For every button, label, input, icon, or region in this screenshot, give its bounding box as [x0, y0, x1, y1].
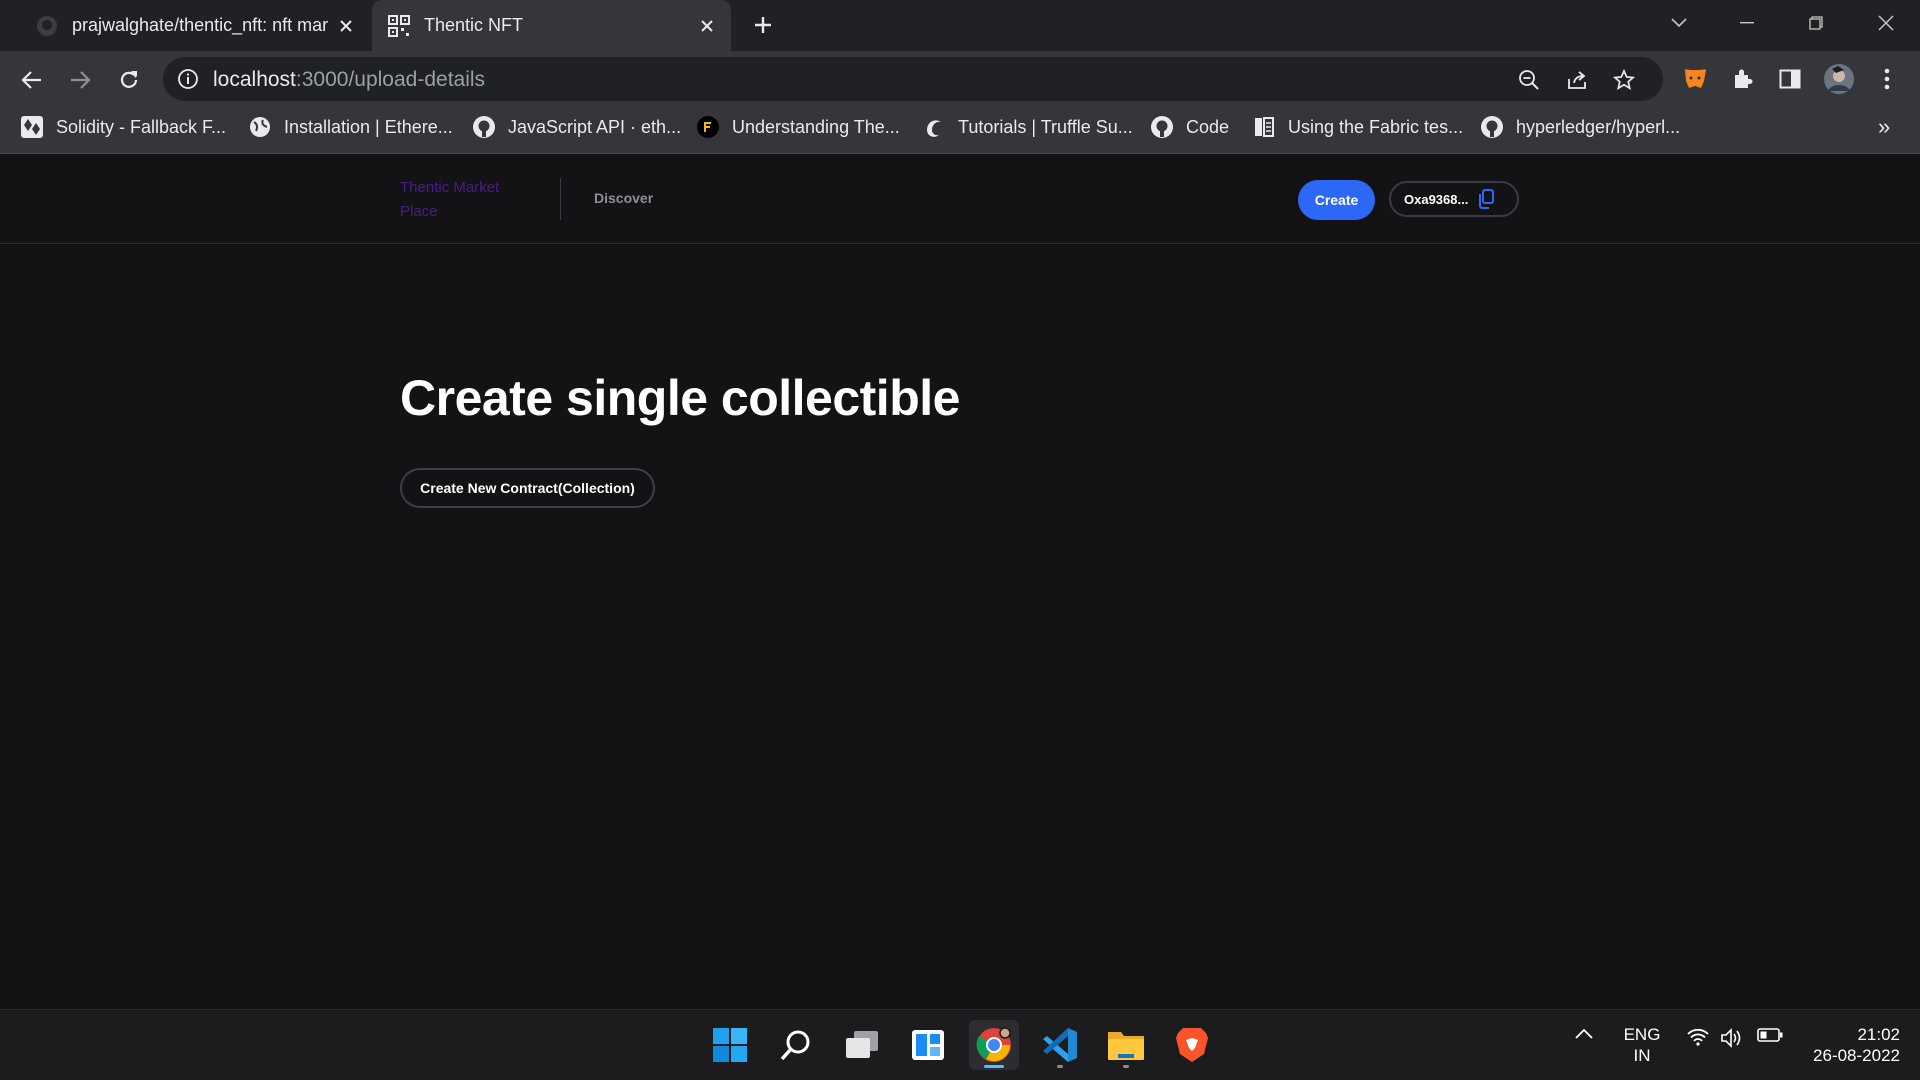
bookmark-item[interactable]: Tutorials | Truffle Su... — [922, 111, 1133, 143]
clock-time: 21:02 — [1857, 1025, 1900, 1044]
extensions-icon[interactable] — [1728, 64, 1758, 94]
nav-divider — [560, 178, 561, 220]
tab-github-repo[interactable]: prajwalghate/thentic_nft: nft mar — [20, 0, 370, 51]
file-explorer-icon[interactable] — [1101, 1020, 1151, 1070]
bookmark-star-icon[interactable] — [1611, 67, 1637, 93]
chevron-up-icon[interactable] — [1572, 1028, 1596, 1040]
page-title: Create single collectible — [400, 370, 960, 426]
tab-thentic-nft[interactable]: Thentic NFT — [372, 0, 731, 51]
windows-start-icon[interactable] — [705, 1020, 755, 1070]
create-button[interactable]: Create — [1298, 180, 1375, 220]
solidity-icon — [20, 115, 44, 139]
browser-toolbar: localhost:3000/upload-details Solidity -… — [0, 51, 1920, 155]
system-clock[interactable]: 21:02 26-08-2022 — [1800, 1024, 1900, 1066]
bookmark-item[interactable]: Understanding The... — [696, 111, 900, 143]
github-icon — [36, 15, 58, 37]
bookmark-label: Solidity - Fallback F... — [56, 116, 227, 137]
bookmark-label: Installation | Ethere... — [284, 116, 453, 137]
site-header: Thentic Market Place Discover Create Oxa… — [0, 154, 1920, 244]
bookmark-label: Tutorials | Truffle Su... — [958, 116, 1133, 137]
volume-icon[interactable] — [1718, 1028, 1746, 1048]
url-path: :3000/upload-details — [295, 68, 486, 91]
bookmarks-bar: Solidity - Fallback F... Installation | … — [0, 111, 1920, 145]
language-indicator[interactable]: ENG IN — [1622, 1024, 1662, 1066]
battery-icon[interactable] — [1756, 1028, 1784, 1042]
brave-icon[interactable] — [1167, 1020, 1217, 1070]
restore-button[interactable] — [1796, 8, 1836, 38]
bookmark-item[interactable]: JavaScript API · eth... — [472, 111, 681, 143]
wifi-icon[interactable] — [1684, 1028, 1712, 1046]
bookmark-label: hyperledger/hyperl... — [1516, 116, 1681, 137]
search-icon[interactable] — [771, 1020, 821, 1070]
bookmark-label: Using the Fabric tes... — [1288, 116, 1464, 137]
address-bar[interactable]: localhost:3000/upload-details — [163, 57, 1663, 101]
widgets-icon[interactable] — [903, 1020, 953, 1070]
back-button[interactable] — [15, 63, 49, 97]
bookmark-item[interactable]: Code — [1150, 111, 1229, 143]
wallet-address-button[interactable]: Oxa9368... — [1389, 181, 1519, 217]
close-icon[interactable] — [334, 14, 358, 38]
avatar[interactable] — [1824, 64, 1854, 94]
tab-search-button[interactable] — [1659, 8, 1699, 38]
new-tab-button[interactable] — [748, 10, 778, 40]
active-app-indicator — [984, 1065, 1004, 1068]
bookmark-item[interactable]: Using the Fabric tes... — [1252, 111, 1463, 143]
bookmark-label: Understanding The... — [732, 116, 900, 137]
nav-discover-link[interactable]: Discover — [594, 190, 653, 206]
bookmark-item[interactable]: hyperledger/hyperl... — [1480, 111, 1680, 143]
minimize-button[interactable] — [1727, 8, 1767, 38]
metamask-icon[interactable] — [1680, 64, 1710, 94]
truffle-icon — [922, 115, 946, 139]
url-text: localhost:3000/upload-details — [213, 68, 485, 92]
vscode-icon[interactable] — [1035, 1020, 1085, 1070]
wallet-address: Oxa9368... — [1404, 191, 1469, 207]
bookmark-label: JavaScript API · eth... — [508, 116, 682, 137]
create-contract-button[interactable]: Create New Contract(Collection) — [400, 468, 655, 508]
tab-title: Thentic NFT — [424, 15, 524, 35]
menu-kebab-icon[interactable] — [1872, 64, 1902, 94]
side-panel-icon[interactable] — [1775, 64, 1805, 94]
qr-code-icon — [388, 14, 410, 37]
close-window-button[interactable] — [1866, 8, 1906, 38]
taskbar: ENG IN 21:02 26-08-2022 — [0, 1009, 1920, 1080]
bookmarks-overflow-button[interactable]: » — [1878, 111, 1890, 143]
share-icon[interactable] — [1564, 67, 1590, 93]
forward-button[interactable] — [63, 63, 97, 97]
region-code: IN — [1633, 1046, 1651, 1065]
site-icon — [696, 115, 720, 139]
running-app-indicator — [1123, 1065, 1129, 1068]
github-icon — [1480, 115, 1504, 139]
clock-date: 26-08-2022 — [1813, 1046, 1900, 1065]
task-view-icon[interactable] — [837, 1020, 887, 1070]
docs-icon — [1252, 115, 1276, 139]
running-app-indicator — [1057, 1065, 1063, 1068]
zoom-icon[interactable] — [1516, 67, 1542, 93]
bookmark-item[interactable]: Solidity - Fallback F... — [20, 111, 226, 143]
language-code: ENG — [1623, 1025, 1661, 1044]
reload-button[interactable] — [112, 63, 146, 97]
bookmark-label: Code — [1186, 116, 1230, 137]
browser-tab-strip: prajwalghate/thentic_nft: nft mar Thenti… — [0, 0, 1920, 51]
github-icon — [472, 115, 496, 139]
brand-logo[interactable]: Thentic Market Place — [400, 176, 530, 224]
web-page: Thentic Market Place Discover Create Oxa… — [0, 154, 1920, 1009]
tab-title: prajwalghate/thentic_nft: nft mar — [72, 15, 329, 35]
bookmark-item[interactable]: Installation | Ethere... — [248, 111, 453, 143]
chrome-icon[interactable] — [969, 1020, 1019, 1070]
close-icon[interactable] — [695, 14, 719, 38]
site-info-icon[interactable] — [177, 68, 199, 90]
copy-icon[interactable] — [1476, 189, 1496, 209]
globe-icon — [248, 115, 272, 139]
url-host: localhost — [213, 68, 296, 91]
github-icon — [1150, 115, 1174, 139]
